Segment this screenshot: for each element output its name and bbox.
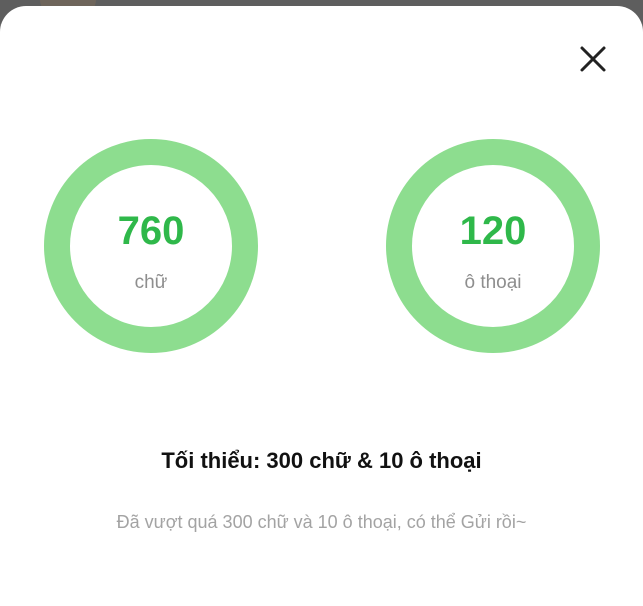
word-count-ring: 760 chữ	[44, 139, 258, 353]
panel-count-value: 120	[459, 209, 527, 253]
panel-count-unit: ô thoại	[464, 272, 522, 293]
requirement-dialog: 760 chữ 120 ô thoại Tối thiểu: 300 chữ &…	[0, 6, 643, 606]
close-button[interactable]	[572, 38, 614, 80]
word-count-unit: chữ	[134, 272, 168, 293]
status-message: Đã vượt quá 300 chữ và 10 ô thoại, có th…	[116, 512, 527, 532]
word-count-value: 760	[117, 209, 185, 253]
minimum-requirement-text: Tối thiểu: 300 chữ & 10 ô thoại	[161, 448, 482, 473]
panel-count-ring: 120 ô thoại	[386, 139, 600, 353]
close-icon	[580, 46, 606, 72]
